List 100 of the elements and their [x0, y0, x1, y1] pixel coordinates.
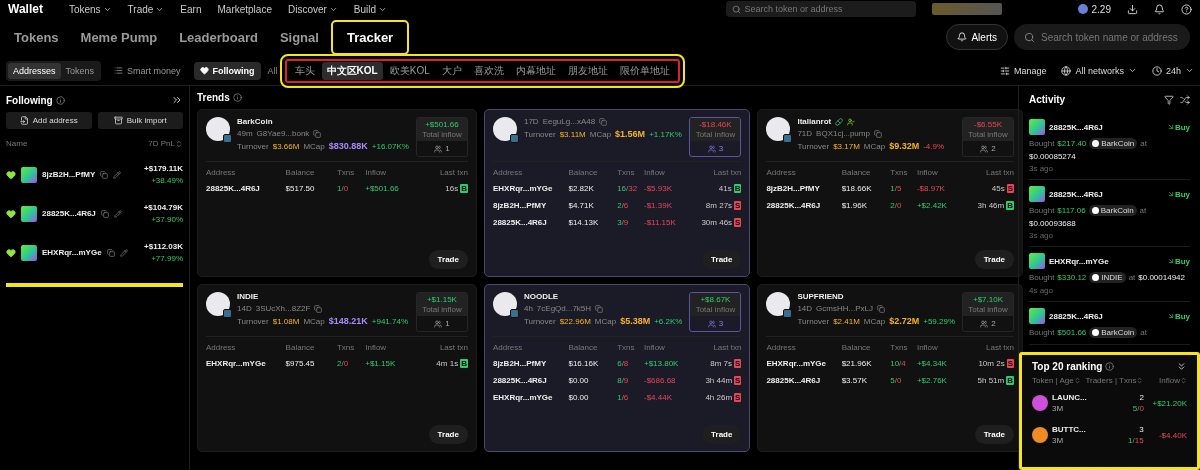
info-icon[interactable]: [55, 95, 65, 105]
bulk-import-button[interactable]: Bulk import: [97, 112, 183, 129]
token-chip[interactable]: BarkCoin: [1089, 138, 1138, 149]
token-name[interactable]: BUTTC...: [1052, 425, 1086, 434]
add-address-button[interactable]: Add address: [6, 112, 92, 129]
bell-icon[interactable]: [1154, 3, 1165, 15]
nav-menu[interactable]: Discover: [287, 3, 338, 15]
token-card[interactable]: INDIE 14D 3SUcXh...8Z2F Turnover $1.08M MCap $148.21K +941.74% +$1.15K Total inflow 1 Address Balance Txns Inflow Last txn EHXRqr...mYGe $975.45 2/0 +$1.15K 4m 1s B Trade: [197, 284, 477, 452]
token-name[interactable]: LAUNC...: [1052, 393, 1087, 402]
copy-icon[interactable]: [877, 304, 885, 313]
token-card[interactable]: [757, 284, 1023, 452]
page-tab[interactable]: Tracker: [332, 21, 408, 53]
wallet-address[interactable]: 28825K...4R6J: [1049, 311, 1103, 321]
trade-button[interactable]: Trade: [974, 250, 1014, 269]
collapse-icon[interactable]: [1176, 361, 1187, 372]
copy-icon[interactable]: [313, 129, 322, 138]
search-field[interactable]: Search token or address: [725, 1, 916, 17]
category-chip[interactable]: 中文区KOL: [321, 61, 383, 80]
copy-icon[interactable]: [100, 170, 109, 179]
category-chip[interactable]: 内幕地址: [510, 61, 561, 80]
wallet-address[interactable]: 28825K...4R6J: [492, 376, 569, 385]
wallet-address[interactable]: EHXRqr...mYGe: [492, 184, 569, 193]
category-chip[interactable]: 欧美KOL: [384, 61, 435, 80]
nav-menu[interactable]: Earn: [180, 3, 202, 15]
info-icon[interactable]: [232, 93, 242, 102]
wallet-logo[interactable]: Wallet: [8, 2, 43, 16]
trade-button[interactable]: Trade: [702, 250, 742, 269]
filter-toggle[interactable]: Smart money: [108, 61, 187, 80]
wallet-address[interactable]: EHXRqr...mYGe: [42, 248, 102, 257]
shuffle-icon[interactable]: [1180, 94, 1190, 105]
heart-icon[interactable]: [6, 208, 16, 219]
search-field[interactable]: Search token name or address: [1014, 24, 1190, 50]
wallet-address[interactable]: 28825K...4R6J: [1049, 189, 1103, 199]
copy-icon[interactable]: [314, 304, 323, 313]
token-card[interactable]: [757, 109, 1023, 277]
category-chip[interactable]: 喜欢洗: [468, 61, 509, 80]
edit-icon[interactable]: [119, 248, 128, 257]
help-icon[interactable]: [1181, 3, 1192, 15]
wallet-address[interactable]: 28825K...4R6J: [1049, 122, 1103, 132]
trade-button[interactable]: Trade: [428, 425, 468, 444]
page-tab[interactable]: Tokens: [6, 25, 67, 49]
token-chip[interactable]: BarkCoin: [1089, 327, 1138, 338]
page-tab[interactable]: Signal: [271, 25, 327, 49]
trade-button[interactable]: Trade: [428, 250, 468, 269]
edit-icon[interactable]: [113, 209, 122, 218]
filter-toggle[interactable]: Following: [193, 61, 261, 80]
copy-icon[interactable]: [595, 304, 604, 313]
token-chip[interactable]: BarkCoin: [1088, 205, 1137, 216]
wallet-address[interactable]: EHXRqr...mYGe: [206, 359, 286, 368]
token-card[interactable]: [483, 284, 751, 452]
copy-icon[interactable]: [106, 248, 115, 257]
wallet-address[interactable]: 28825K...4R6J: [42, 209, 96, 218]
category-chip[interactable]: 大户: [436, 61, 467, 80]
wallet-address[interactable]: EHXRqr...mYGe: [492, 393, 569, 402]
nav-menu[interactable]: Trade: [127, 3, 165, 15]
column-header[interactable]: Token | Age: [1032, 376, 1086, 385]
wallet-address[interactable]: 28825K...4R6J: [766, 376, 842, 385]
page-tab[interactable]: Leaderboard: [171, 25, 266, 49]
manage-button[interactable]: Manage: [999, 65, 1047, 76]
filter-icon[interactable]: [1164, 94, 1174, 105]
copy-icon[interactable]: [100, 209, 109, 218]
token-card[interactable]: BarkCoin 49m G8Yae9...bonk Turnover $3.66M MCap $830.88K +16.07K% +$501.66 Total inflow 1 Address Balance Txns Inflow Last txn 28825K...4R6J $517.50 1/0 +$501.66 16s B Trade: [197, 109, 477, 277]
edit-icon[interactable]: [113, 170, 122, 179]
heart-icon[interactable]: [6, 169, 16, 180]
copy-icon[interactable]: [599, 117, 608, 126]
wallet-address[interactable]: EHXRqr...mYGe: [766, 359, 842, 368]
nav-menu[interactable]: Build: [353, 3, 388, 15]
wallet-address[interactable]: 8jzB2H...PfMY: [492, 359, 569, 368]
network-dropdown[interactable]: All networks: [1061, 65, 1137, 76]
column-header[interactable]: 7D PnL: [148, 139, 183, 148]
category-chip[interactable]: 朋友地址: [562, 61, 613, 80]
category-chip[interactable]: 车头: [289, 61, 320, 80]
period-dropdown[interactable]: 24h: [1151, 65, 1194, 76]
copy-icon[interactable]: [873, 129, 882, 138]
trade-button[interactable]: Trade: [974, 425, 1014, 444]
wallet-address[interactable]: 8jzB2H...PfMY: [492, 201, 569, 210]
nav-menu[interactable]: Tokens: [68, 3, 112, 15]
column-header[interactable]: Inflow: [1143, 376, 1187, 385]
trade-button[interactable]: Trade: [702, 425, 742, 444]
expand-icon[interactable]: [171, 94, 183, 106]
wallet-address[interactable]: 28825K...4R6J: [492, 218, 569, 227]
category-chip[interactable]: 限价单地址: [614, 61, 675, 80]
wallet-address[interactable]: 28825K...4R6J: [766, 201, 842, 210]
wallet-address[interactable]: EHXRqr...mYGe: [1049, 256, 1109, 266]
balance[interactable]: 2.29: [1077, 3, 1111, 15]
download-icon[interactable]: [1127, 3, 1138, 15]
nav-menu[interactable]: Marketplace: [217, 3, 272, 15]
info-icon[interactable]: [1105, 362, 1115, 371]
heart-icon[interactable]: [6, 247, 16, 258]
token-card[interactable]: [483, 109, 751, 277]
segment-option[interactable]: Tokens: [60, 62, 100, 79]
wallet-address[interactable]: 8jzB2H...PfMY: [42, 170, 96, 179]
alerts-button[interactable]: Alerts: [946, 24, 1008, 50]
wallet-address[interactable]: 8jzB2H...PfMY: [766, 184, 842, 193]
column-header[interactable]: Traders | Txns: [1085, 376, 1144, 385]
page-tab[interactable]: Meme Pump: [72, 25, 166, 49]
segment-option[interactable]: Addresses: [8, 62, 61, 79]
all-filter[interactable]: All: [267, 65, 278, 76]
token-chip[interactable]: INDIE: [1089, 272, 1126, 283]
wallet-address[interactable]: 28825K...4R6J: [206, 184, 286, 193]
